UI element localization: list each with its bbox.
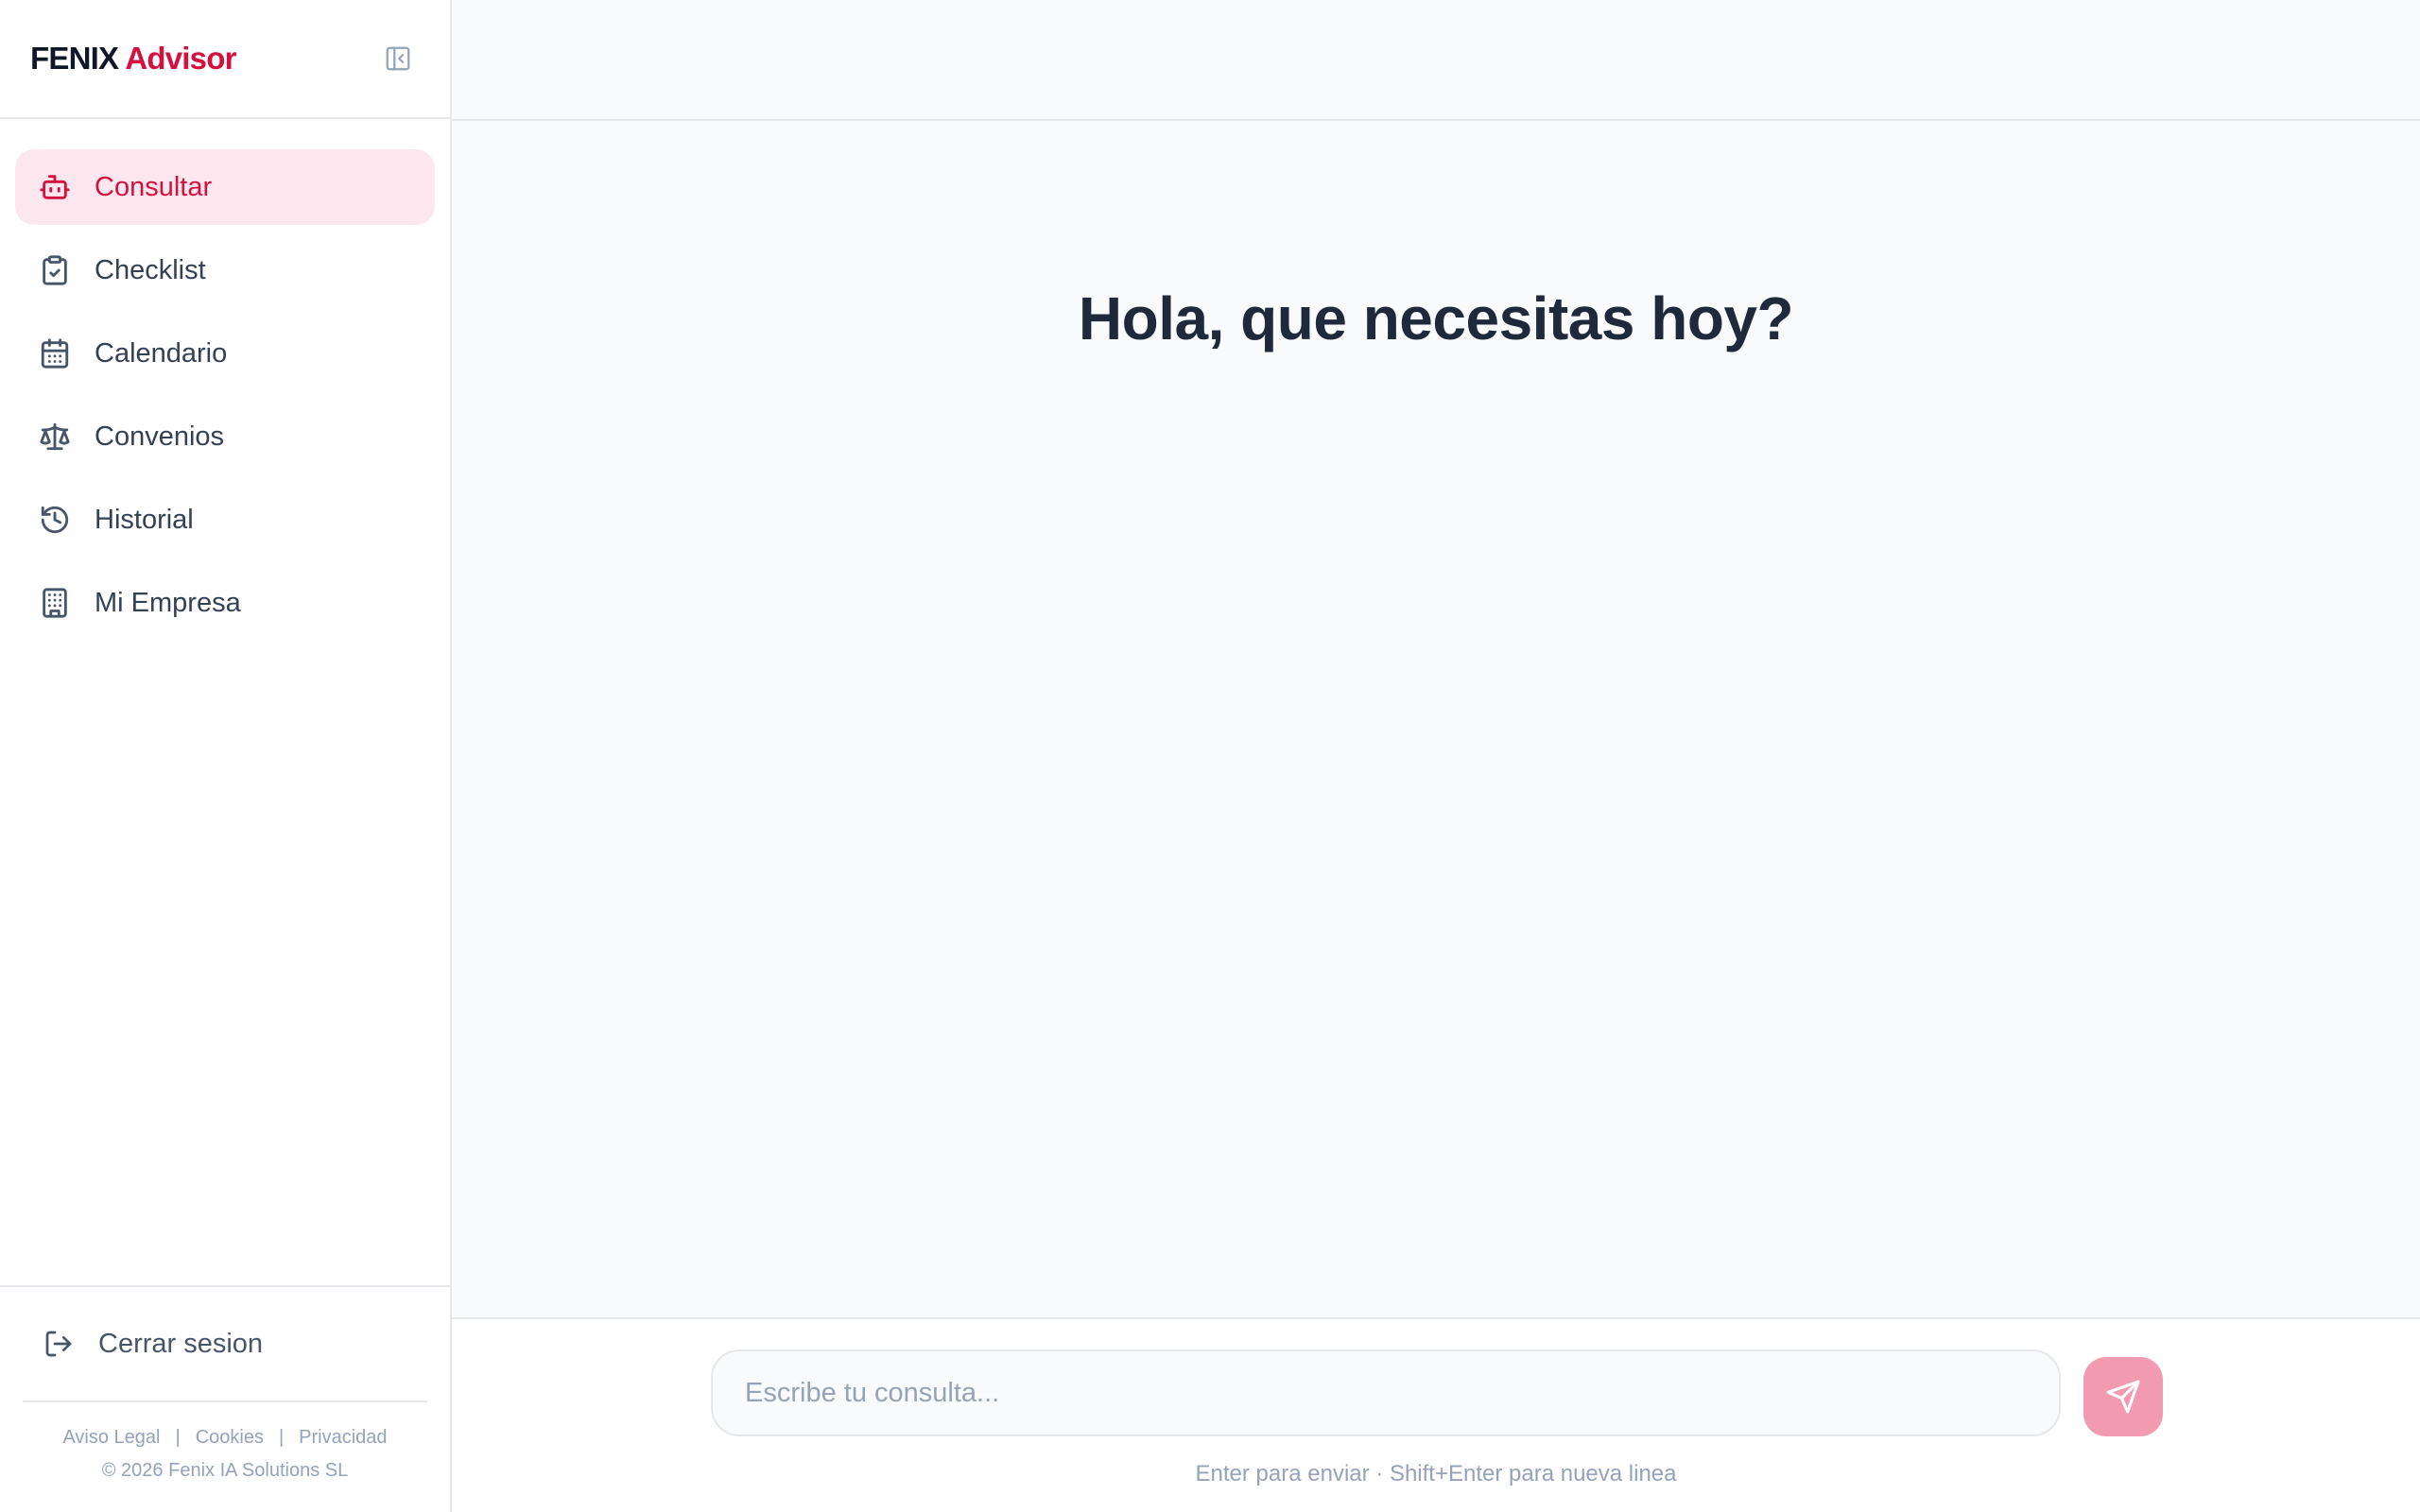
sidebar-item-historial[interactable]: Historial: [15, 482, 435, 558]
sidebar-item-label: Mi Empresa: [95, 587, 241, 618]
sidebar-item-checklist[interactable]: Checklist: [15, 232, 435, 308]
query-input[interactable]: [743, 1376, 2059, 1410]
aviso-legal-link[interactable]: Aviso Legal: [62, 1427, 160, 1448]
legal-separator: |: [278, 1427, 285, 1448]
bot-icon: [38, 170, 72, 204]
brand-logo[interactable]: FENIX Advisor: [30, 41, 236, 77]
sidebar-item-label: Convenios: [95, 421, 225, 452]
clipboard-check-icon: [38, 253, 72, 287]
composer: Enter para enviar · Shift+Enter para nue…: [452, 1317, 2420, 1512]
sidebar-item-consultar[interactable]: Consultar: [15, 149, 435, 225]
calendar-icon: [38, 336, 72, 370]
sidebar-item-label: Consultar: [95, 171, 213, 202]
logout-icon: [43, 1327, 78, 1361]
scale-icon: [38, 420, 72, 454]
send-button[interactable]: [2083, 1357, 2163, 1436]
logout-button[interactable]: Cerrar sesion: [0, 1287, 450, 1400]
sidebar-nav: Consultar Checklist Calendario Convenios…: [0, 119, 450, 641]
history-icon: [38, 503, 72, 537]
building-icon: [38, 586, 72, 620]
sidebar-footer: Cerrar sesion Aviso Legal | Cookies | Privac…: [0, 1285, 450, 1512]
privacidad-link[interactable]: Privacidad: [299, 1427, 387, 1448]
cookies-link[interactable]: Cookies: [196, 1427, 264, 1448]
sidebar-item-convenios[interactable]: Convenios: [15, 399, 435, 474]
brand-name-part1: FENIX: [30, 41, 119, 76]
composer-hint: Enter para enviar · Shift+Enter para nue…: [1195, 1461, 1677, 1486]
query-input-wrapper: [711, 1349, 2061, 1436]
collapse-sidebar-button[interactable]: [382, 43, 414, 75]
greeting-heading: Hola, que necesitas hoy?: [1078, 284, 1794, 352]
copyright: © 2026 Fenix IA Solutions SL: [101, 1460, 349, 1481]
legal-links: Aviso Legal | Cookies | Privacidad: [0, 1402, 450, 1449]
brand-bar: FENIX Advisor: [0, 0, 450, 119]
brand-name-part2: Advisor: [125, 41, 236, 76]
sidebar-item-label: Checklist: [95, 254, 206, 285]
sidebar-item-label: Calendario: [95, 337, 228, 369]
legal-separator: |: [175, 1427, 181, 1448]
sidebar: FENIX Advisor Consultar Checklist Calend…: [0, 0, 452, 1512]
logout-label: Cerrar sesion: [98, 1328, 264, 1359]
sidebar-item-label: Historial: [95, 504, 194, 535]
top-bar: [452, 0, 2420, 121]
sidebar-item-calendario[interactable]: Calendario: [15, 316, 435, 391]
send-icon: [2106, 1380, 2140, 1414]
sidebar-collapse-icon: [386, 46, 410, 71]
sidebar-item-mi-empresa[interactable]: Mi Empresa: [15, 565, 435, 641]
